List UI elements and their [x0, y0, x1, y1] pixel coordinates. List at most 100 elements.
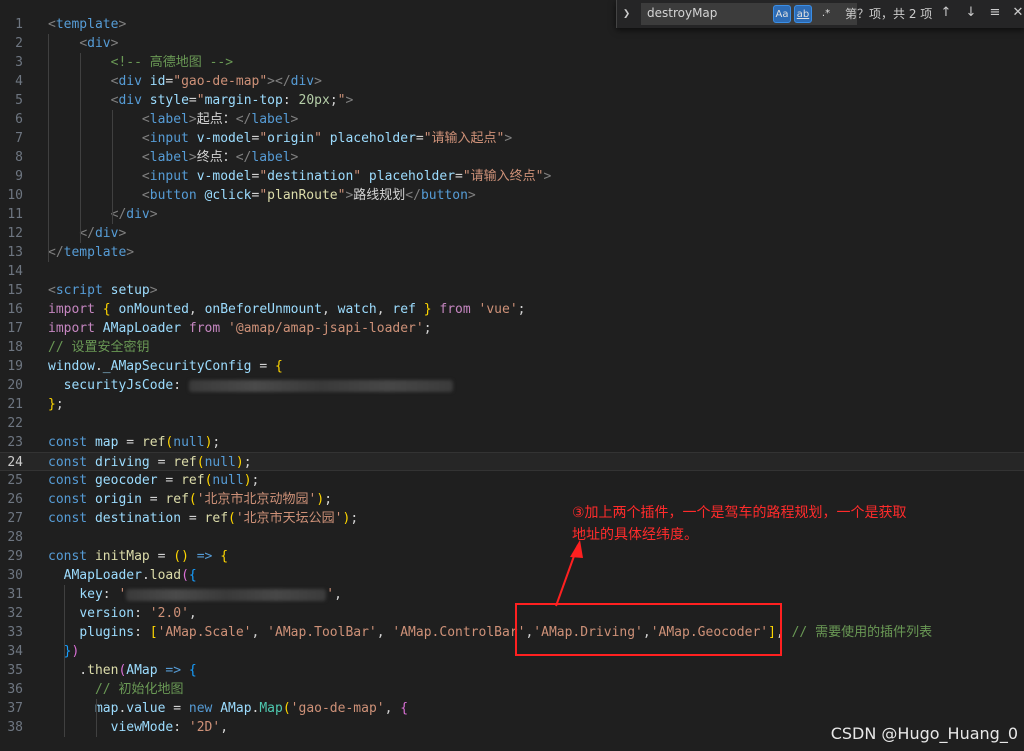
code-line[interactable]: 24 const driving = ref(null);	[0, 452, 1024, 471]
line-number: 33	[7, 625, 23, 640]
code-token: div	[94, 226, 119, 241]
code-token: ref	[392, 302, 416, 317]
code-token: div	[87, 36, 111, 51]
code-line[interactable]: 22	[0, 414, 1024, 433]
code-token: map	[94, 435, 119, 450]
code-line[interactable]: 33 plugins: ['AMap.Scale', 'AMap.ToolBar…	[0, 623, 1024, 642]
code-line[interactable]: 2 <div>	[0, 34, 1024, 53]
code-token: <	[141, 169, 150, 184]
code-text: </template>	[48, 243, 134, 262]
code-editor[interactable]: 1 <template> 2 <div> 3 <!-- 高德地图 --> 4 <div …	[0, 0, 1024, 751]
line-number: 37	[7, 701, 23, 716]
code-line[interactable]: 16 import { onMounted, onBeforeUnmount, w…	[0, 300, 1024, 319]
code-token: )	[235, 455, 244, 470]
code-token: ;	[329, 93, 338, 108]
code-token: const	[48, 492, 88, 507]
code-text: key: ' ',	[48, 585, 342, 604]
code-token: 路线规划	[353, 188, 406, 203]
redacted-value	[188, 379, 453, 392]
chevron-right-icon[interactable]: ❯	[623, 6, 637, 22]
code-token: id	[149, 74, 166, 89]
line-number: 5	[15, 93, 23, 108]
code-text: // 初始化地图	[48, 680, 183, 699]
code-line[interactable]: 32 version: '2.0',	[0, 604, 1024, 623]
code-line[interactable]: 19 window._AMapSecurityConfig = {	[0, 357, 1024, 376]
close-icon[interactable]: ✕	[1009, 4, 1024, 22]
code-line[interactable]: 30 AMapLoader.load({	[0, 566, 1024, 585]
code-token: {	[220, 549, 229, 564]
code-token: >	[110, 36, 119, 51]
code-token: margin-top	[204, 93, 283, 108]
code-token: =	[165, 701, 189, 716]
code-token: '@amap/amap-jsapi-loader'	[228, 321, 424, 336]
code-token: // 需要使用的插件列表	[791, 625, 933, 640]
code-line[interactable]: 13 </template>	[0, 243, 1024, 262]
code-line[interactable]: 6 <label>起点：</label>	[0, 110, 1024, 129]
code-token: =	[181, 511, 205, 526]
code-token: =	[455, 169, 463, 184]
code-text: <template>	[48, 15, 126, 34]
regex-toggle[interactable]: .*	[817, 5, 835, 23]
code-line[interactable]: 9 <input v-model = "destination" placehold…	[0, 167, 1024, 186]
line-number: 30	[7, 568, 23, 583]
code-token: destination	[94, 511, 182, 526]
code-token: =	[251, 359, 275, 374]
code-line[interactable]: 12 </div>	[0, 224, 1024, 243]
code-line[interactable]: 29 const initMap = () => {	[0, 547, 1024, 566]
code-line[interactable]: 7 <input v-model="origin" placeholder="请…	[0, 129, 1024, 148]
code-token: {	[188, 663, 197, 678]
code-line[interactable]: 11 </div>	[0, 205, 1024, 224]
code-line[interactable]: 18 // 设置安全密钥	[0, 338, 1024, 357]
code-line[interactable]: 8 <label>终点：</label>	[0, 148, 1024, 167]
code-line[interactable]: 37 map.value = new AMap.Map('gao-de-map'…	[0, 699, 1024, 718]
code-text: version: '2.0',	[48, 604, 196, 623]
line-number: 9	[15, 169, 23, 184]
code-text: </div>	[48, 205, 158, 224]
code-token: <	[141, 188, 150, 203]
code-token: 'AMap.ControlBar'	[392, 625, 526, 640]
code-text: <label>终点：</label>	[48, 148, 298, 167]
code-line[interactable]: 14	[0, 262, 1024, 281]
code-token: <	[79, 36, 88, 51]
code-line[interactable]: 15 <script setup>	[0, 281, 1024, 300]
code-token: ;	[251, 473, 260, 488]
code-token: [	[149, 625, 158, 640]
code-line[interactable]: 21};	[0, 395, 1024, 414]
arrow-down-icon[interactable]: ↓	[962, 4, 980, 22]
code-line[interactable]: 5 <div style="margin-top: 20px;">	[0, 91, 1024, 110]
code-line[interactable]: 3 <!-- 高德地图 -->	[0, 53, 1024, 72]
code-line[interactable]: 25 const geocoder = ref(null);	[0, 471, 1024, 490]
whole-word-toggle[interactable]: ab	[794, 5, 812, 23]
code-token: ,	[384, 701, 401, 716]
code-text: import AMapLoader from '@amap/amap-jsapi…	[48, 319, 432, 338]
selection-lines-icon[interactable]: ≡	[986, 4, 1004, 22]
code-line[interactable]: 10 <button @click="planRoute">路线规划</butt…	[0, 186, 1024, 205]
code-token: {	[102, 302, 111, 317]
code-text: const origin = ref('北京市北京动物园');	[48, 490, 332, 509]
code-token: 终点：	[196, 150, 236, 165]
code-token: >	[149, 207, 158, 222]
code-line[interactable]: 17 import AMapLoader from '@amap/amap-jsa…	[0, 319, 1024, 338]
arrow-up-icon[interactable]: ↑	[937, 4, 955, 22]
code-text: securityJsCode:	[48, 376, 453, 395]
code-line[interactable]: 23 const map = ref(null);	[0, 433, 1024, 452]
code-line[interactable]: 36 // 初始化地图	[0, 680, 1024, 699]
find-input[interactable]: destroyMap Aa ab .*	[641, 3, 857, 25]
code-token: viewMode	[110, 720, 174, 735]
code-text: <input v-model = "destination" placeholder…	[48, 167, 551, 186]
code-token: >	[188, 112, 197, 127]
code-text: import { onMounted, onBeforeUnmount, wat…	[48, 300, 526, 319]
code-line[interactable]: 20 securityJsCode:	[0, 376, 1024, 395]
code-token: >	[118, 226, 127, 241]
code-token: onBeforeUnmount	[204, 302, 322, 317]
line-number: 19	[7, 359, 23, 374]
match-case-toggle[interactable]: Aa	[773, 5, 791, 23]
code-line[interactable]: 4 <div id="gao-de-map"></div>	[0, 72, 1024, 91]
code-line[interactable]: 31 key: ' ',	[0, 585, 1024, 604]
code-line[interactable]: 35 .then(AMap => {	[0, 661, 1024, 680]
code-line[interactable]: 34 })	[0, 642, 1024, 661]
